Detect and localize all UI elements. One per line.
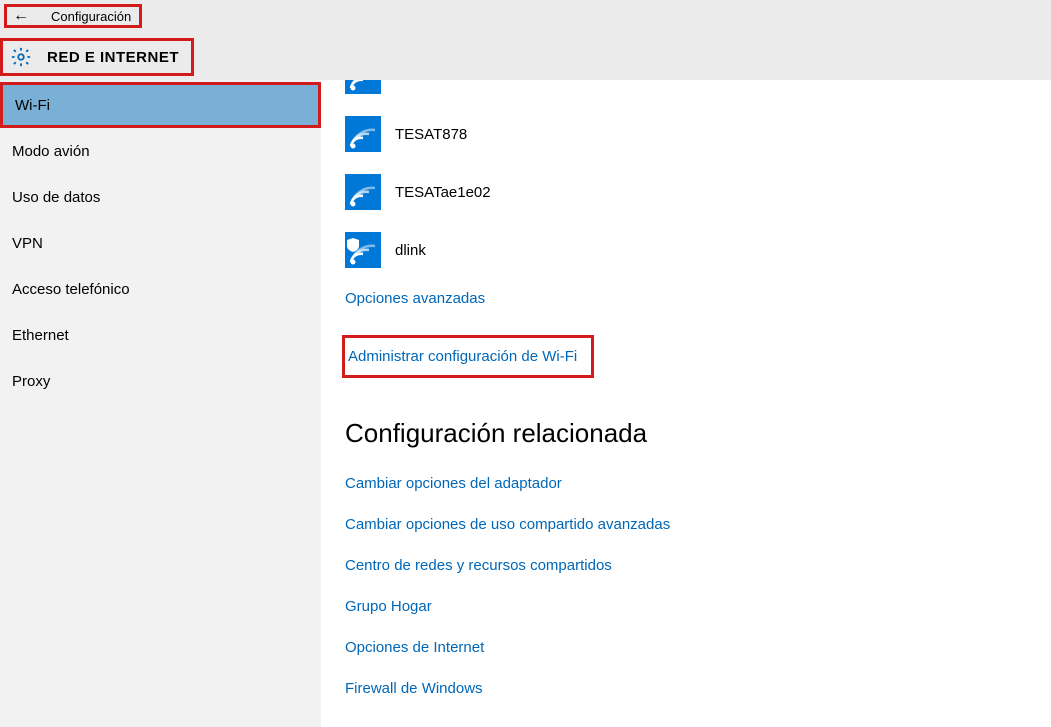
link-adapter-options[interactable]: Cambiar opciones del adaptador [345,475,1051,492]
link-manage-wifi[interactable]: Administrar configuración de Wi-Fi [342,335,594,378]
wifi-icon [345,116,381,152]
sidebar-item-dialup[interactable]: Acceso telefónico [0,266,321,312]
app-title: Configuración [51,9,131,24]
link-internet-options[interactable]: Opciones de Internet [345,639,1051,656]
sidebar-item-proxy[interactable]: Proxy [0,358,321,404]
sidebar-item-label: Uso de datos [12,189,100,206]
wifi-icon [345,174,381,210]
link-network-center[interactable]: Centro de redes y recursos compartidos [345,557,1051,574]
network-row[interactable] [345,80,1051,94]
network-row[interactable]: TESAT878 [345,116,1051,152]
wifi-icon [345,80,381,94]
network-name: dlink [395,242,426,259]
back-arrow-icon[interactable]: ← [9,7,33,25]
link-windows-firewall[interactable]: Firewall de Windows [345,680,1051,697]
sidebar-item-label: Acceso telefónico [12,281,130,298]
back-title-bar[interactable]: ← Configuración [4,4,142,28]
network-row[interactable]: dlink [345,232,1051,268]
sidebar-item-label: Modo avión [12,143,90,160]
sidebar: Wi-Fi Modo avión Uso de datos VPN Acceso… [0,80,321,727]
window-header: ← Configuración RED E INTERNET [0,0,1051,80]
network-row[interactable]: TESATae1e02 [345,174,1051,210]
content-panel: TESAT878 TESATae1e02 dlink Opciones avan… [321,80,1051,727]
section-title: RED E INTERNET [47,49,179,66]
sidebar-item-vpn[interactable]: VPN [0,220,321,266]
sidebar-item-label: Wi-Fi [15,97,50,114]
sidebar-item-airplane[interactable]: Modo avión [0,128,321,174]
sidebar-item-label: VPN [12,235,43,252]
related-heading: Configuración relacionada [345,418,1051,449]
sidebar-item-wifi[interactable]: Wi-Fi [0,82,321,128]
sidebar-item-label: Proxy [12,373,50,390]
link-homegroup[interactable]: Grupo Hogar [345,598,1051,615]
sidebar-item-label: Ethernet [12,327,69,344]
section-header: RED E INTERNET [0,38,194,76]
link-advanced-options[interactable]: Opciones avanzadas [345,290,1051,307]
sidebar-item-data-usage[interactable]: Uso de datos [0,174,321,220]
gear-icon [7,43,35,71]
wifi-secured-icon [345,232,381,268]
network-name: TESATae1e02 [395,184,491,201]
sidebar-item-ethernet[interactable]: Ethernet [0,312,321,358]
network-name: TESAT878 [395,126,467,143]
link-sharing-options[interactable]: Cambiar opciones de uso compartido avanz… [345,516,1051,533]
